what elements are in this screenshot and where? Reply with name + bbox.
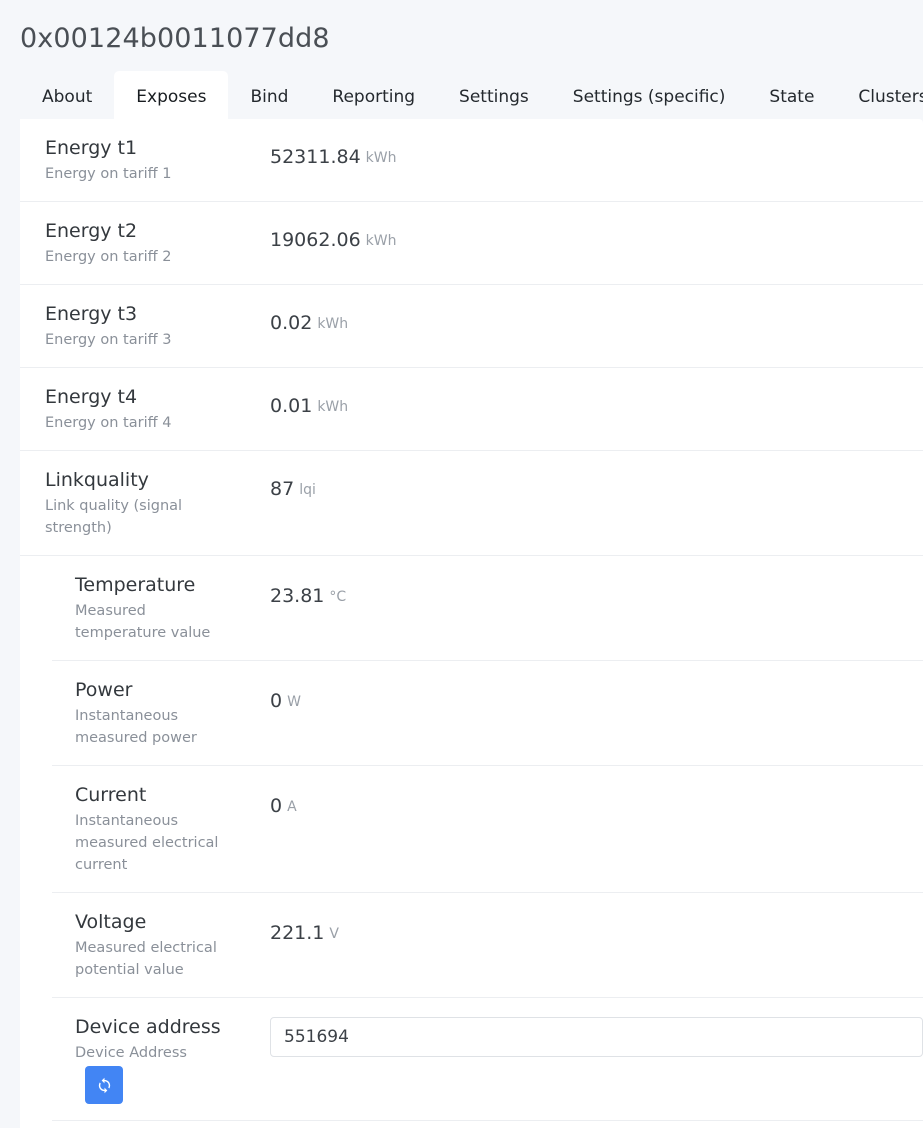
refresh-sync-icon	[96, 1077, 113, 1094]
expose-label-column: Power Instantaneous measured power	[52, 677, 270, 749]
expose-row-power: Power Instantaneous measured power 0 W	[52, 661, 923, 766]
expose-label-wrap: Voltage Measured electrical potential val…	[75, 909, 235, 981]
expose-description: Measured electrical potential value	[75, 940, 217, 978]
expose-row-energy-t3: Energy t3 Energy on tariff 3 0.02 kWh	[20, 285, 923, 368]
expose-name: Energy t1	[45, 137, 138, 159]
expose-value: 221.1	[270, 922, 325, 944]
expose-description: Instantaneous measured electrical curren…	[75, 813, 219, 873]
expose-unit: kWh	[317, 316, 349, 332]
expose-value-column: 0W	[270, 677, 923, 713]
expose-value: 19062.06	[270, 229, 361, 251]
expose-unit: kWh	[365, 150, 397, 166]
expose-label-wrap: Energy t3 Energy on tariff 3	[45, 301, 171, 351]
expose-label-wrap: Device address Device Address	[75, 1014, 221, 1064]
expose-row-energy-t2: Energy t2 Energy on tariff 2 19062.06 kWh	[20, 202, 923, 285]
tab-state[interactable]: State	[747, 71, 836, 123]
expose-description: Device Address	[75, 1045, 187, 1061]
expose-row-linkquality: Linkquality Link quality (signal strength…	[20, 451, 923, 556]
expose-name: Linkquality	[45, 469, 149, 491]
expose-row-device-address: Device address Device Address	[52, 998, 923, 1121]
expose-unit: lqi	[299, 482, 316, 498]
expose-label-column: Energy t4 Energy on tariff 4	[20, 384, 270, 434]
expose-name: Current	[75, 784, 147, 806]
expose-row-energy-t4: Energy t4 Energy on tariff 4 0.01 kWh	[20, 368, 923, 451]
tab-reporting[interactable]: Reporting	[310, 71, 437, 123]
expose-control-column	[270, 1014, 923, 1057]
expose-label-column: Energy t3 Energy on tariff 3	[20, 301, 270, 351]
expose-value-column: 0A	[270, 782, 923, 818]
expose-name: Energy t3	[45, 303, 138, 325]
expose-value-column: 87 lqi	[270, 467, 923, 501]
expose-label-wrap: Energy t1 Energy on tariff 1	[45, 135, 171, 185]
exposes-card: Energy t1 Energy on tariff 1 52311.84 kWh En…	[20, 119, 923, 1128]
page-title: 0x00124b0011077dd8	[20, 23, 330, 54]
tab-exposes[interactable]: Exposes	[114, 71, 229, 123]
tab-settings[interactable]: Settings	[437, 71, 551, 123]
expose-label-column: Device address Device Address	[52, 1014, 270, 1104]
expose-value-column: 0.02 kWh	[270, 301, 923, 335]
expose-label-column: Current Instantaneous measured electrical…	[52, 782, 270, 876]
expose-value-column: 52311.84 kWh	[270, 135, 923, 169]
expose-label-wrap: Current Instantaneous measured electrical…	[75, 782, 235, 876]
expose-value: 0	[270, 795, 283, 817]
expose-label-wrap: Energy t2 Energy on tariff 2	[45, 218, 171, 268]
expose-unit: °C	[329, 589, 347, 605]
device-page: 0x00124b0011077dd8 About Exposes Bind Repor…	[0, 0, 923, 1128]
expose-value: 0.01	[270, 395, 313, 417]
expose-name: Energy t4	[45, 386, 138, 408]
expose-name: Device address	[75, 1016, 221, 1038]
expose-description: Energy on tariff 1	[45, 166, 172, 182]
expose-unit: W	[287, 694, 301, 710]
expose-value: 52311.84	[270, 146, 361, 168]
expose-description: Energy on tariff 2	[45, 249, 172, 265]
tab-bind[interactable]: Bind	[228, 71, 310, 123]
expose-unit: A	[287, 799, 297, 815]
expose-name: Voltage	[75, 911, 147, 933]
expose-row-voltage: Voltage Measured electrical potential val…	[52, 893, 923, 998]
expose-description: Energy on tariff 3	[45, 332, 172, 348]
expose-value: 87	[270, 478, 295, 500]
expose-row-temperature: Temperature Measured temperature value 23.…	[52, 556, 923, 661]
expose-value: 0.02	[270, 312, 313, 334]
expose-label-column: Energy t2 Energy on tariff 2	[20, 218, 270, 268]
tab-about[interactable]: About	[20, 71, 114, 123]
tab-clusters[interactable]: Clusters	[836, 71, 923, 123]
expose-value: 23.81	[270, 585, 325, 607]
expose-description: Instantaneous measured power	[75, 708, 197, 746]
expose-row-measurement-period: Measurement periodMeasurement Period	[52, 1121, 923, 1128]
expose-label-column: Temperature Measured temperature value	[52, 572, 270, 644]
expose-name: Power	[75, 679, 133, 701]
expose-label-wrap: Power Instantaneous measured power	[75, 677, 235, 749]
device-tabs: About Exposes Bind Reporting Settings Setting…	[0, 71, 923, 123]
expose-description: Energy on tariff 4	[45, 415, 172, 431]
expose-description: Measured temperature value	[75, 603, 211, 641]
expose-value: 0	[270, 690, 283, 712]
expose-label-column: Voltage Measured electrical potential val…	[52, 909, 270, 981]
expose-name: Temperature	[75, 574, 196, 596]
expose-label-wrap: Temperature Measured temperature value	[75, 572, 235, 644]
expose-label-column: Energy t1 Energy on tariff 1	[20, 135, 270, 185]
expose-unit: kWh	[365, 233, 397, 249]
expose-value-column: 23.81 °C	[270, 572, 923, 608]
expose-value-column: 221.1 V	[270, 909, 923, 945]
expose-label-wrap: Energy t4 Energy on tariff 4	[45, 384, 171, 434]
tab-settings-specific[interactable]: Settings (specific)	[551, 71, 748, 123]
expose-row-current: Current Instantaneous measured electrical…	[52, 766, 923, 893]
expose-label-column: Linkquality Link quality (signal strength…	[20, 467, 270, 539]
refresh-button-device-address[interactable]	[85, 1066, 123, 1104]
expose-label-wrap: Linkquality Link quality (signal strength…	[45, 467, 205, 539]
expose-row-energy-t1: Energy t1 Energy on tariff 1 52311.84 kWh	[20, 119, 923, 202]
expose-value-column: 0.01 kWh	[270, 384, 923, 418]
expose-value-column: 19062.06 kWh	[270, 218, 923, 252]
expose-name: Energy t2	[45, 220, 138, 242]
expose-unit: kWh	[317, 399, 349, 415]
expose-description: Link quality (signal strength)	[45, 498, 183, 536]
expose-unit: V	[329, 926, 339, 942]
device-address-input[interactable]	[270, 1017, 923, 1057]
